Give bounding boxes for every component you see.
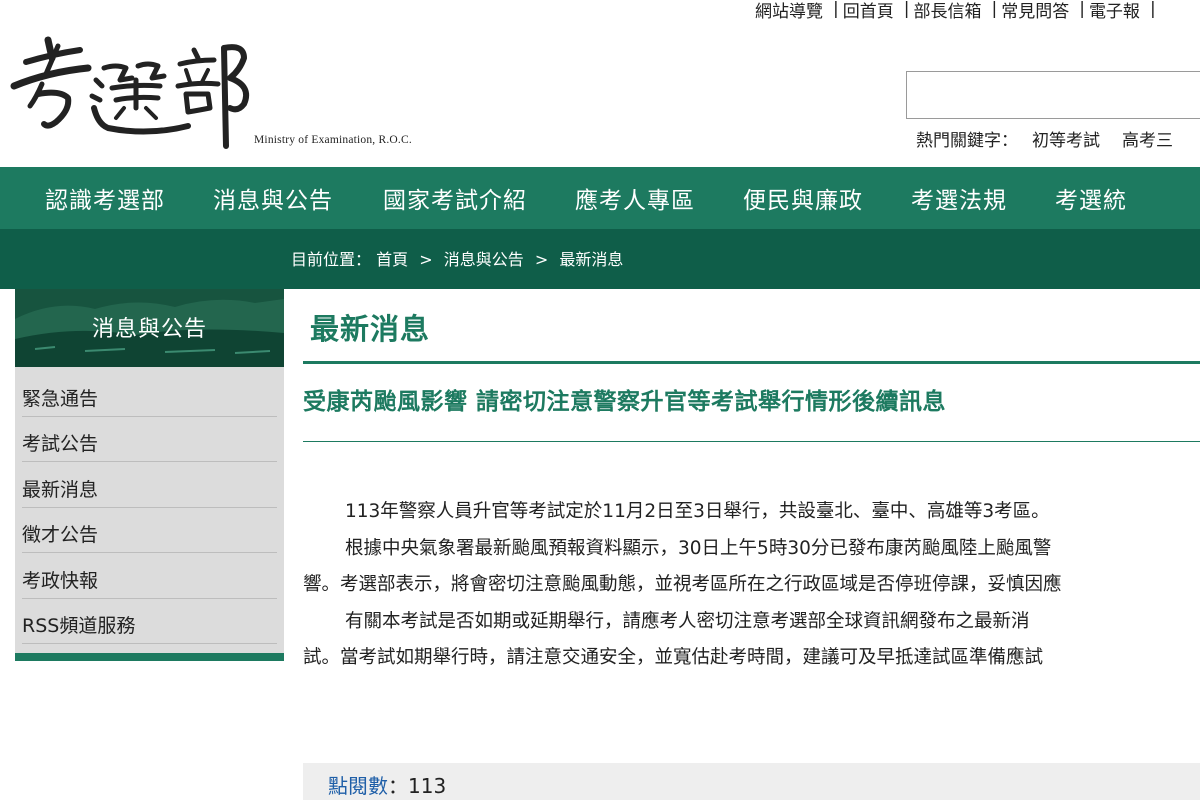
sidebar-item-label[interactable]: 緊急通告 — [22, 384, 98, 411]
nav-candidates[interactable]: 應考人專區 — [575, 181, 695, 215]
view-count-value: 113 — [408, 774, 447, 798]
breadcrumb-home[interactable]: 首頁 — [376, 250, 408, 269]
sidebar-title: 消息與公告 — [91, 317, 207, 342]
hot-keyword-link[interactable]: 高考三 — [1122, 126, 1173, 151]
breadcrumb-news[interactable]: 消息與公告 — [444, 250, 524, 269]
search-input[interactable] — [906, 71, 1200, 119]
sidebar-item-bulletin[interactable]: 考政快報 — [22, 553, 277, 599]
article-line: 113年警察人員升官等考試定於11月2日至3日舉行，共設臺北、臺中、高雄等3考區… — [345, 501, 1050, 522]
sidebar-item-label[interactable]: 考試公告 — [22, 429, 98, 456]
sidebar-item-recruitment[interactable]: 徵才公告 — [22, 508, 277, 553]
nav-news-announcements[interactable]: 消息與公告 — [213, 181, 333, 215]
breadcrumb-separator: > — [419, 250, 433, 269]
sidebar-header: 消息與公告 — [15, 289, 284, 367]
view-count-separator: ： — [388, 774, 408, 798]
newsletter-link[interactable]: 電子報 — [1086, 0, 1149, 22]
ministry-english-name: Ministry of Examination, R.O.C. — [254, 134, 412, 146]
top-utility-links: 網站導覽 | 回首頁 | 部長信箱 | 常見問答 | 電子報 | — [752, 0, 1157, 22]
faq-link[interactable]: 常見問答 — [998, 0, 1078, 22]
hot-keywords-label: 熱門關鍵字： — [916, 131, 1018, 151]
nav-national-exams[interactable]: 國家考試介紹 — [383, 181, 527, 215]
nav-statistics[interactable]: 考選統 — [1055, 181, 1127, 215]
breadcrumb-label: 目前位置： — [291, 250, 372, 269]
ministry-logo[interactable]: Ministry of Examination, R.O.C. — [8, 28, 438, 158]
view-count: 點閱數：113 — [303, 763, 1200, 800]
main-content: 最新消息 受康芮颱風影響 請密切注意警察升官等考試舉行情形後續訊息 113年警察… — [303, 289, 1200, 677]
sidebar-menu: 緊急通告 考試公告 最新消息 徵才公告 考政快報 RSS頻道服務 — [15, 371, 284, 644]
breadcrumb: 目前位置： 首頁 > 消息與公告 > 最新消息 — [291, 246, 623, 270]
sidebar-item-label[interactable]: 徵才公告 — [22, 520, 98, 547]
sidebar-item-label[interactable]: RSS頻道服務 — [22, 611, 135, 638]
sidebar-item-rss[interactable]: RSS頻道服務 — [22, 599, 277, 644]
divider: | — [1149, 0, 1156, 19]
sidebar-footer-bar — [15, 653, 284, 661]
nav-regulations[interactable]: 考選法規 — [911, 181, 1007, 215]
breadcrumb-current[interactable]: 最新消息 — [559, 250, 623, 269]
divider: | — [833, 0, 839, 19]
view-count-label: 點閱數 — [328, 774, 388, 798]
breadcrumb-separator: > — [534, 250, 549, 269]
main-navigation: 認識考選部 消息與公告 國家考試介紹 應考人專區 便民與廉政 考選法規 考選統 — [0, 167, 1200, 229]
nav-about-ministry[interactable]: 認識考選部 — [45, 181, 165, 215]
minister-mailbox-link[interactable]: 部長信箱 — [910, 0, 990, 22]
article-title: 受康芮颱風影響 請密切注意警察升官等考試舉行情形後續訊息 — [303, 364, 1200, 442]
calligraphy-logo-icon — [10, 36, 250, 149]
sidebar-item-exam-announcements[interactable]: 考試公告 — [22, 417, 277, 462]
article-line: 試。當考試如期舉行時，請注意交通安全，並寬估赴考時間，建議可及早抵達試區準備應試 — [303, 647, 1044, 668]
nav-public-service[interactable]: 便民與廉政 — [743, 181, 863, 215]
divider: | — [1079, 0, 1085, 19]
article-line: 響。考選部表示，將會密切注意颱風動態，並視考區所在之行政區域是否停班停課，妥慎因… — [303, 574, 1062, 595]
sidebar-item-label[interactable]: 最新消息 — [22, 475, 98, 502]
divider: | — [903, 0, 910, 19]
sidebar-item-latest-news[interactable]: 最新消息 — [22, 462, 277, 508]
hot-keywords: 熱門關鍵字： 初等考試 高考三 — [916, 126, 1195, 151]
page-title: 最新消息 — [303, 289, 1200, 364]
sidebar-item-emergency[interactable]: 緊急通告 — [22, 371, 277, 417]
hot-keyword-link[interactable]: 初等考試 — [1032, 126, 1100, 151]
sidebar: 消息與公告 緊急通告 考試公告 最新消息 徵才公告 考政快報 RSS頻道服務 — [15, 289, 284, 661]
article-line: 有關本考試是否如期或延期舉行，請應考人密切注意考選部全球資訊網發布之最新消 — [345, 610, 1030, 632]
home-link[interactable]: 回首頁 — [840, 0, 903, 22]
sidebar-item-label[interactable]: 考政快報 — [22, 566, 98, 593]
article-body: 113年警察人員升官等考試定於11月2日至3日舉行，共設臺北、臺中、高雄等3考區… — [303, 442, 1200, 677]
site-map-link[interactable]: 網站導覽 — [752, 0, 832, 22]
article-line: 根據中央氣象署最新颱風預報資料顯示，30日上午5時30分已發布康芮颱風陸上颱風警 — [345, 537, 1052, 559]
divider: | — [991, 0, 998, 19]
